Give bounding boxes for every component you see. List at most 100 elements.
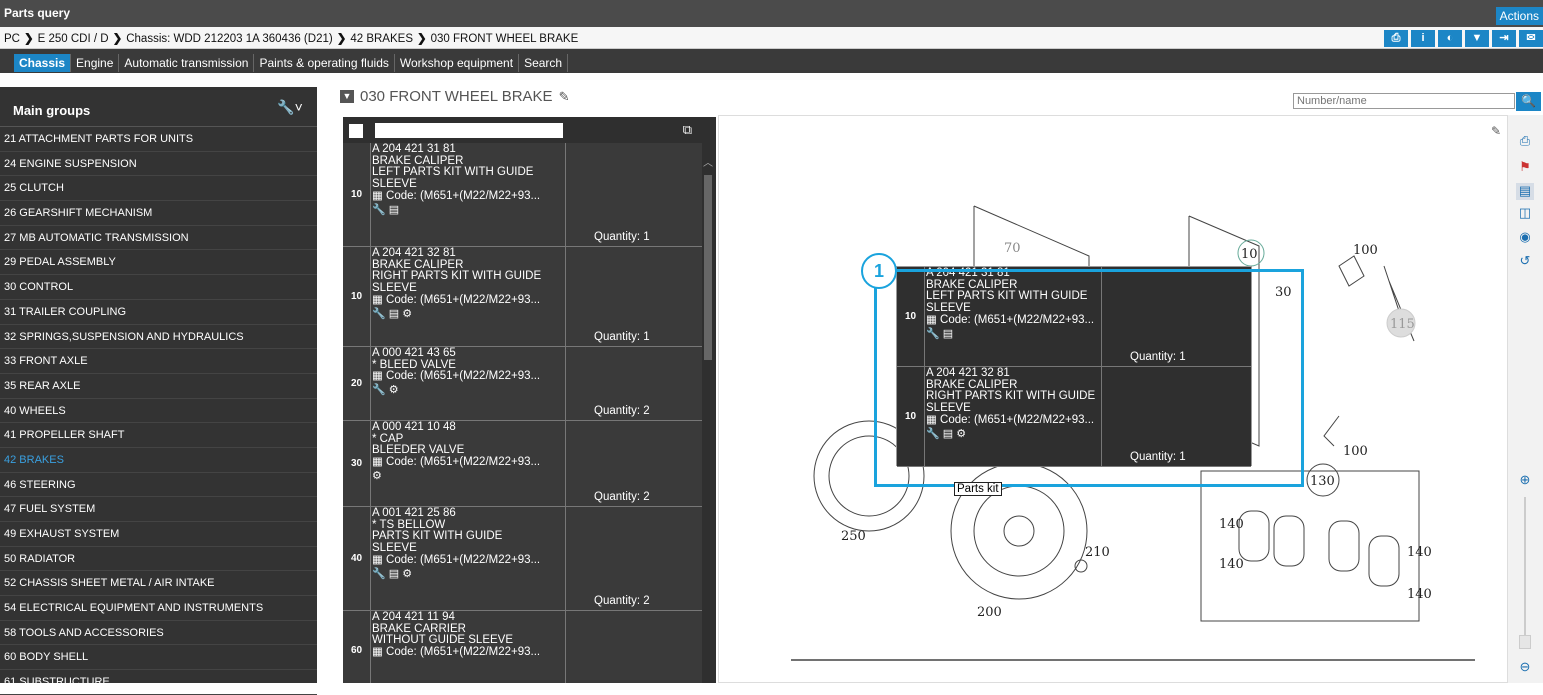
sidebar-item[interactable]: 41 PROPELLER SHAFT bbox=[0, 423, 317, 448]
search-icon[interactable]: 🔍 bbox=[1516, 92, 1541, 111]
diagram-label[interactable]: 140 bbox=[1219, 517, 1244, 532]
sidebar-item[interactable]: 47 FUEL SYSTEM bbox=[0, 497, 317, 522]
part-row[interactable]: 10 A 204 421 32 81 BRAKE CALIPER RIGHT PART… bbox=[343, 247, 702, 347]
app-title: Parts query bbox=[4, 6, 71, 20]
part-row[interactable]: 20 A 000 421 43 65 * BLEED VALVE ▦ Code: (M… bbox=[343, 347, 702, 421]
diagram-label[interactable]: 100 bbox=[1343, 444, 1368, 459]
part-action-icons[interactable]: ⚙ bbox=[372, 470, 565, 483]
diagram-label[interactable]: 140 bbox=[1407, 587, 1432, 602]
part-description: A 204 421 32 81 BRAKE CALIPER RIGHT PARTS … bbox=[372, 247, 565, 321]
part-row[interactable]: 10 A 204 421 31 81 BRAKE CALIPER LEFT PARTS… bbox=[343, 143, 702, 247]
breadcrumb-bar: PC ❯ E 250 CDI / D ❯ Chassis: WDD 212203 1A … bbox=[0, 27, 1543, 49]
zoom-slider-track[interactable] bbox=[1524, 497, 1526, 637]
diagram-label[interactable]: 70 bbox=[1004, 241, 1021, 256]
tab-automatic-transmission[interactable]: Automatic transmission bbox=[119, 54, 255, 72]
info-icon[interactable]: i bbox=[1411, 30, 1435, 47]
select-all-checkbox[interactable] bbox=[349, 124, 363, 138]
scroll-thumb[interactable] bbox=[704, 175, 712, 360]
sidebar-item[interactable]: 24 ENGINE SUSPENSION bbox=[0, 152, 317, 177]
callout-marker: 1 bbox=[861, 253, 897, 289]
part-row[interactable]: 30 A 000 421 10 48 * CAP BLEEDER VALVE ▦ Cod… bbox=[343, 421, 702, 507]
sidebar-item[interactable]: 29 PEDAL ASSEMBLY bbox=[0, 250, 317, 276]
sidebar-item[interactable]: 26 GEARSHIFT MECHANISM bbox=[0, 201, 317, 226]
sidebar-item[interactable]: 27 MB AUTOMATIC TRANSMISSION bbox=[0, 226, 317, 251]
flag-icon[interactable]: ⚑ bbox=[1516, 159, 1534, 176]
sidebar-item[interactable]: 40 WHEELS bbox=[0, 399, 317, 424]
print-icon[interactable]: ⎙ bbox=[1384, 30, 1408, 47]
edit-icon[interactable]: ✎ bbox=[1491, 124, 1501, 138]
part-action-icons[interactable]: 🔧 ▤ bbox=[372, 204, 565, 217]
diagram-label[interactable]: 140 bbox=[1219, 557, 1244, 572]
edit-icon[interactable]: ✎ bbox=[559, 89, 570, 105]
target-icon[interactable]: ◉ bbox=[1516, 229, 1534, 246]
actions-button[interactable]: Actions bbox=[1495, 7, 1543, 25]
wrench-menu-icon[interactable]: 🔧˅ bbox=[275, 99, 305, 119]
sidebar-item[interactable]: 33 FRONT AXLE bbox=[0, 349, 317, 374]
part-description: A 001 421 25 86 * TS BELLOW PARTS KIT WITH… bbox=[372, 507, 565, 581]
chevron-down-icon[interactable]: ▼ bbox=[340, 90, 354, 103]
zoom-slider-thumb[interactable] bbox=[1519, 635, 1531, 649]
diagram-label[interactable]: 250 bbox=[841, 529, 866, 544]
part-action-icons[interactable]: 🔧 ▤ ⚙ bbox=[372, 568, 565, 581]
sidebar-item[interactable]: 46 STEERING bbox=[0, 473, 317, 498]
filter-icon[interactable]: ▼ bbox=[1465, 30, 1489, 47]
copy-icon[interactable]: ⧉ bbox=[683, 122, 692, 138]
breadcrumb-item[interactable]: 030 FRONT WHEEL BRAKE bbox=[431, 33, 579, 45]
tab-chassis[interactable]: Chassis bbox=[14, 54, 72, 72]
mail-icon[interactable]: ✉ bbox=[1519, 30, 1543, 47]
sidebar-item[interactable]: 61 SUBSTRUCTURE bbox=[0, 670, 317, 695]
sidebar-item[interactable]: 54 ELECTRICAL EQUIPMENT AND INSTRUMENTS bbox=[0, 596, 317, 621]
sidebar-item[interactable]: 25 CLUTCH bbox=[0, 176, 317, 202]
sidebar-item[interactable]: 32 SPRINGS,SUSPENSION AND HYDRAULICS bbox=[0, 325, 317, 350]
sidebar-item[interactable]: 35 REAR AXLE bbox=[0, 374, 317, 399]
tab-workshop-equipment[interactable]: Workshop equipment bbox=[395, 54, 520, 72]
breadcrumb-item[interactable]: 42 BRAKES bbox=[350, 33, 413, 45]
sidebar-item[interactable]: 50 RADIATOR bbox=[0, 547, 317, 572]
toggle-icon[interactable]: ◐ bbox=[1438, 30, 1462, 47]
diagram-label[interactable]: 115 bbox=[1390, 317, 1415, 332]
part-row[interactable]: 40 A 001 421 25 86 * TS BELLOW PARTS KIT WI… bbox=[343, 507, 702, 611]
sidebar-item[interactable]: 52 CHASSIS SHEET METAL / AIR INTAKE bbox=[0, 571, 317, 597]
part-action-icons[interactable]: 🔧 ⚙ bbox=[372, 384, 565, 397]
parts-list: ⧉ 10 A 204 421 31 81 BRAKE CALIPER LEFT PAR… bbox=[343, 117, 716, 683]
part-action-icons[interactable]: 🔧 ▤ ⚙ bbox=[372, 308, 565, 321]
sidebar-item[interactable]: 60 BODY SHELL bbox=[0, 645, 317, 671]
disc-outline bbox=[1003, 515, 1035, 547]
position-number: 40 bbox=[343, 507, 371, 610]
part-line: ▦ Code: (M651+(M22/M22+93... bbox=[372, 553, 541, 566]
zoom-out-icon[interactable]: ⊖ bbox=[1516, 659, 1534, 676]
sidebar-item[interactable]: 42 BRAKES bbox=[0, 448, 317, 473]
window-icon[interactable]: ◫ bbox=[1516, 205, 1534, 222]
export-icon[interactable]: ⇥ bbox=[1492, 30, 1516, 47]
zoom-in-icon[interactable]: ⊕ bbox=[1516, 472, 1534, 489]
sidebar-item[interactable]: 58 TOOLS AND ACCESSORIES bbox=[0, 621, 317, 646]
breadcrumb-item[interactable]: E 250 CDI / D bbox=[38, 33, 109, 45]
filter-field[interactable] bbox=[375, 123, 563, 138]
sidebar-item[interactable]: 30 CONTROL bbox=[0, 275, 317, 300]
tab-engine[interactable]: Engine bbox=[71, 54, 120, 72]
search-input[interactable] bbox=[1293, 93, 1515, 109]
sidebar-item[interactable]: 21 ATTACHMENT PARTS FOR UNITS bbox=[0, 127, 317, 152]
diagram-label[interactable]: 210 bbox=[1085, 545, 1110, 560]
diagram-label[interactable]: 200 bbox=[977, 605, 1002, 620]
diagram-label[interactable]: 10 bbox=[1241, 247, 1258, 262]
tab-paints-fluids[interactable]: Paints & operating fluids bbox=[254, 54, 395, 72]
print-icon[interactable]: ⎙ bbox=[1516, 133, 1534, 150]
comment-icon[interactable]: ▤ bbox=[1516, 183, 1534, 200]
quantity-cell: Quantity: 1 bbox=[565, 247, 702, 346]
main-groups-list: 21 ATTACHMENT PARTS FOR UNITS 24 ENGINE S… bbox=[0, 127, 317, 695]
sidebar-item[interactable]: 49 EXHAUST SYSTEM bbox=[0, 522, 317, 547]
breadcrumb-item[interactable]: PC bbox=[4, 33, 20, 45]
parts-scrollbar[interactable]: ︿ bbox=[702, 140, 714, 683]
reset-icon[interactable]: ↺ bbox=[1516, 253, 1534, 270]
diagram-label[interactable]: 140 bbox=[1407, 545, 1432, 560]
tab-search[interactable]: Search bbox=[519, 54, 569, 72]
sidebar-item[interactable]: 31 TRAILER COUPLING bbox=[0, 300, 317, 325]
diagram-label[interactable]: 100 bbox=[1353, 243, 1378, 258]
position-number: 20 bbox=[343, 347, 371, 420]
group-header: ▼ 030 FRONT WHEEL BRAKE ✎ bbox=[340, 88, 569, 105]
breadcrumb-item[interactable]: Chassis: WDD 212203 1A 360436 (D21) bbox=[126, 33, 332, 45]
diagram-label[interactable]: 130 bbox=[1310, 474, 1335, 489]
part-row[interactable]: 60 A 204 421 11 94 BRAKE CARRIER WITHOUT GU… bbox=[343, 611, 702, 683]
scroll-up-icon[interactable]: ︿ bbox=[703, 154, 713, 169]
